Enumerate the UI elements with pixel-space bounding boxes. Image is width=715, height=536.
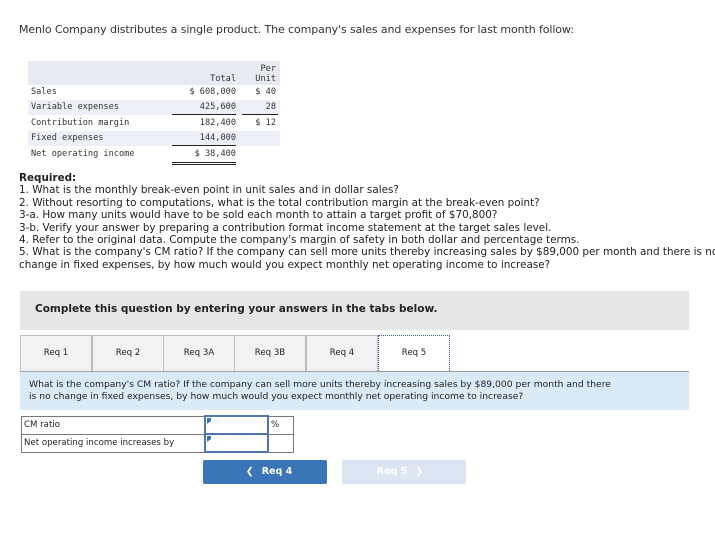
answer-row-cm-ratio: CM ratio % [21, 415, 294, 435]
row-per-unit: $ 12 [255, 118, 276, 128]
table-header: Total Per Unit [28, 61, 280, 85]
question-line-1: What is the company's CM ratio? If the c… [29, 379, 611, 390]
answer-unit [267, 433, 294, 453]
banner-text: Complete this question by entering your … [35, 303, 438, 315]
prev-label: Req 4 [261, 466, 293, 477]
tab-req-4[interactable]: Req 4 [306, 335, 378, 372]
question-text: What is the company's CM ratio? If the c… [29, 379, 611, 403]
required-item: change in fixed expenses, by how much wo… [19, 258, 551, 271]
input-flag-icon [207, 418, 211, 424]
required-section: Required: 1. What is the monthly break-e… [19, 172, 715, 271]
tab-req-1[interactable]: Req 1 [20, 335, 92, 372]
question-line-2: is no change in fixed expenses, by how m… [29, 391, 524, 402]
row-label: Fixed expenses [31, 133, 104, 143]
required-item: 1. What is the monthly break-even point … [19, 184, 399, 197]
financial-statement-table: Total Per Unit Sales $ 608,000 $ 40 Varia… [28, 61, 280, 165]
header-per-unit-line1: Per [260, 64, 276, 74]
row-per-unit: 28 [265, 102, 276, 112]
tab-req-5[interactable]: Req 5 [378, 335, 450, 373]
required-title: Required: [19, 172, 77, 184]
header-total: Total [210, 74, 236, 84]
table-row-fixed-expenses: Fixed expenses 144,000 [28, 131, 280, 146]
instructions-banner: Complete this question by entering your … [20, 291, 689, 330]
table-row-sales: Sales $ 608,000 $ 40 [28, 85, 280, 100]
chevron-right-icon: ❯ [415, 466, 424, 477]
next-label: Req 5 [376, 466, 408, 477]
row-label: Net operating income [31, 149, 135, 159]
input-flag-icon [207, 436, 211, 442]
header-per-unit-line2: Unit [255, 74, 276, 84]
header-per-unit: Per Unit [242, 64, 276, 84]
question-panel: What is the company's CM ratio? If the c… [20, 372, 689, 410]
required-item: 5. What is the company's CM ratio? If th… [19, 246, 715, 259]
required-item: 2. Without resorting to computations, wh… [19, 196, 540, 209]
problem-intro: Menlo Company distributes a single produ… [19, 23, 574, 36]
answer-unit: % [267, 415, 294, 435]
tab-req-3a[interactable]: Req 3A [163, 335, 235, 372]
row-total: 182,400 [199, 118, 236, 128]
row-total: $ 608,000 [189, 87, 236, 97]
table-row-variable-expenses: Variable expenses 425,600 28 [28, 100, 280, 115]
row-total: $ 38,400 [194, 149, 236, 159]
answer-table: CM ratio % Net operating income increase… [21, 415, 294, 453]
tab-req-2[interactable]: Req 2 [92, 335, 164, 372]
cm-ratio-cell [204, 415, 269, 435]
noi-increase-input[interactable] [206, 435, 267, 450]
required-item: 3-b. Verify your answer by preparing a c… [19, 221, 552, 234]
prev-req-button[interactable]: ❮ Req 4 [203, 460, 327, 484]
row-total: 425,600 [199, 102, 236, 112]
tab-req-3b[interactable]: Req 3B [234, 335, 306, 372]
required-item: 3-a. How many units would have to be sol… [19, 209, 498, 222]
required-item: 4. Refer to the original data. Compute t… [19, 234, 580, 247]
answer-label: Net operating income increases by [21, 433, 206, 453]
table-row-contribution-margin: Contribution margin 182,400 $ 12 [28, 115, 280, 134]
row-total: 144,000 [199, 133, 236, 143]
next-req-button[interactable]: Req 5 ❯ [342, 460, 466, 484]
answer-row-noi-increase: Net operating income increases by [21, 433, 294, 453]
row-label: Sales [31, 87, 57, 97]
answer-label: CM ratio [21, 415, 206, 435]
noi-increase-cell [204, 433, 269, 453]
row-per-unit: $ 40 [255, 87, 276, 97]
row-label: Contribution margin [31, 118, 130, 128]
double-underline [172, 162, 236, 165]
row-label: Variable expenses [31, 102, 119, 112]
table-row-net-operating-income: Net operating income $ 38,400 [28, 146, 280, 165]
chevron-left-icon: ❮ [245, 466, 254, 477]
cm-ratio-input[interactable] [206, 417, 267, 432]
